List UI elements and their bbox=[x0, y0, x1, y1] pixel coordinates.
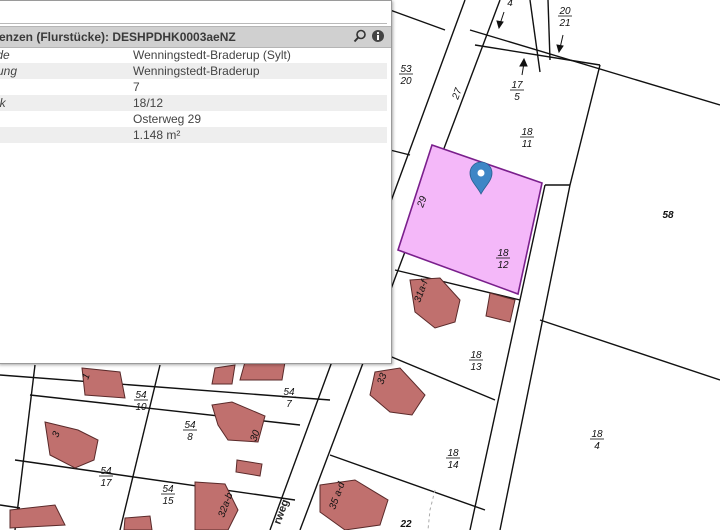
parcel-numerator: 20 bbox=[558, 6, 571, 17]
attribute-value: Wenningstedt-Braderup (Sylt) bbox=[133, 48, 291, 62]
parcel-denominator: 17 bbox=[100, 478, 112, 489]
parcel-numerator: 54 bbox=[162, 484, 174, 495]
parcel-denominator: 12 bbox=[497, 260, 509, 271]
parcel-numerator: 54 bbox=[184, 420, 196, 431]
parcel-numerator: 18 bbox=[447, 448, 459, 459]
attribute-value: Wenningstedt-Braderup bbox=[133, 64, 260, 78]
parcel-denominator: 4 bbox=[594, 441, 600, 452]
info-icon[interactable] bbox=[371, 29, 385, 43]
attribute-value: Osterweg 29 bbox=[133, 112, 202, 126]
parcel-denominator: 21 bbox=[558, 18, 570, 29]
parcel-denominator: 20 bbox=[399, 76, 412, 87]
parcel-numerator: 54 bbox=[283, 387, 295, 398]
parcel-label: 5417 bbox=[99, 466, 113, 489]
attribute-key: inde bbox=[0, 48, 10, 62]
parcel-label: 5415 bbox=[161, 484, 175, 507]
parcel-numerator: 18 bbox=[591, 429, 603, 440]
search-icon[interactable] bbox=[353, 29, 367, 43]
parcel-label: 2021 bbox=[558, 6, 572, 29]
parcel-label: 1814 bbox=[446, 448, 460, 471]
attribute-key: ück bbox=[0, 96, 6, 110]
parcel-label: 4 bbox=[507, 0, 513, 9]
attribute-row: 7 bbox=[0, 79, 387, 95]
parcel-label: 22 bbox=[399, 519, 412, 530]
parcel-denominator: 13 bbox=[470, 362, 482, 373]
parcel-label: 1812 bbox=[496, 248, 510, 271]
parcel-denominator: 15 bbox=[162, 496, 174, 507]
parcel-numerator: 18 bbox=[497, 248, 509, 259]
parcel-denominator: 11 bbox=[522, 139, 532, 150]
parcel-numerator: 17 bbox=[511, 80, 523, 91]
parcel-denominator: 8 bbox=[187, 432, 193, 443]
parcel-numerator: 18 bbox=[521, 127, 533, 138]
attribute-row: 1.148 m² bbox=[0, 127, 387, 143]
attribute-row: rkung Wenningstedt-Braderup bbox=[0, 63, 387, 79]
attribute-value: 1.148 m² bbox=[133, 128, 181, 142]
parcel-denominator: 5 bbox=[514, 92, 520, 103]
parcel-label: 5410 bbox=[134, 390, 148, 413]
panel-title: enzen (Flurstücke): DESHPDHK0003aeNZ bbox=[0, 30, 236, 44]
feature-info-panel: enzen (Flurstücke): DESHPDHK0003aeNZ ind… bbox=[0, 0, 392, 364]
parcel-denominator: 7 bbox=[286, 399, 292, 410]
panel-header: enzen (Flurstücke): DESHPDHK0003aeNZ bbox=[0, 26, 391, 48]
panel-toolbar-area bbox=[0, 1, 387, 24]
attribute-row: ück 18/12 bbox=[0, 95, 387, 111]
parcel-label: 5320 bbox=[399, 64, 413, 87]
parcel-numerator: 54 bbox=[100, 466, 112, 477]
parcel-numerator: 4 bbox=[507, 0, 513, 9]
parcel-label: 58 bbox=[662, 210, 674, 221]
parcel-numerator: 54 bbox=[135, 390, 147, 401]
parcel-numerator: 18 bbox=[470, 350, 482, 361]
attribute-key: rkung bbox=[0, 64, 18, 78]
attribute-value: 7 bbox=[133, 80, 140, 94]
parcel-label: 1813 bbox=[469, 350, 483, 373]
attribute-row: Osterweg 29 bbox=[0, 111, 387, 127]
parcel-denominator: 14 bbox=[447, 460, 459, 471]
parcel-numerator: 53 bbox=[400, 64, 412, 75]
attribute-value: 18/12 bbox=[133, 96, 164, 110]
attribute-table: inde Wenningstedt-Braderup (Sylt) rkung … bbox=[0, 47, 387, 143]
parcel-label: 1811 bbox=[520, 127, 534, 150]
attribute-row: inde Wenningstedt-Braderup (Sylt) bbox=[0, 47, 387, 63]
parcel-denominator: 10 bbox=[135, 402, 147, 413]
